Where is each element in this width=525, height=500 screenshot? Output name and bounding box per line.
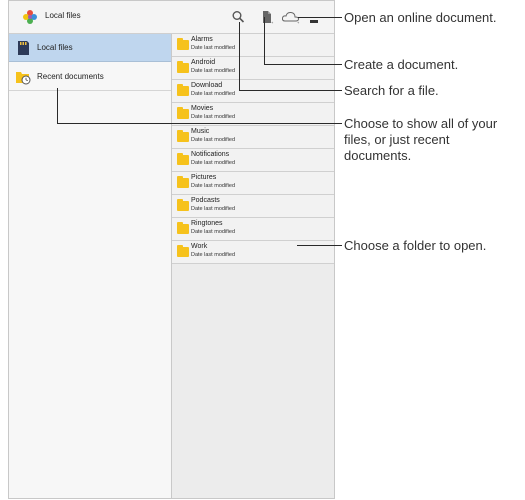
folder-row-download[interactable]: Download Date last modified [172, 80, 334, 103]
folder-name: Alarms [191, 36, 213, 43]
folder-row-music[interactable]: Music Date last modified [172, 126, 334, 149]
sidebar: Local files Recent documents [9, 34, 172, 498]
recent-folder-icon [16, 72, 31, 85]
leader-line-search [239, 22, 240, 90]
folder-icon [177, 61, 189, 73]
action-bar: Local files + + [9, 1, 334, 34]
folder-modified: Date last modified [191, 45, 236, 51]
folder-name: Android [191, 59, 216, 66]
folder-icon [177, 199, 189, 211]
nav-label: Recent documents [37, 72, 104, 81]
leader-line-create [264, 17, 265, 64]
folder-icon [177, 245, 189, 257]
callout-search-file: Search for a file. [344, 83, 439, 98]
folder-modified: Date last modified [191, 252, 236, 258]
leader-line-choose [57, 123, 342, 124]
folder-icon [177, 176, 189, 188]
folder-modified: Date last modified [191, 160, 236, 166]
folder-row-notifications[interactable]: Notifications Date last modified [172, 149, 334, 172]
folder-icon [177, 153, 189, 165]
nav-label: Local files [37, 43, 73, 52]
folder-name: Podcasts [191, 197, 220, 204]
folder-name: Ringtones [191, 220, 223, 227]
folder-name: Pictures [191, 174, 217, 181]
folder-icon [177, 130, 189, 142]
leader-line-create [264, 64, 342, 65]
new-document-icon[interactable]: + [259, 10, 275, 24]
callout-choose-files: Choose to show all of your files, or jus… [344, 116, 498, 163]
folder-row-alarms[interactable]: Alarms Date last modified [172, 34, 334, 57]
leader-line-search [239, 90, 342, 91]
folder-row-pictures[interactable]: Pictures Date last modified [172, 172, 334, 195]
folder-icon [177, 84, 189, 96]
leader-line-online [298, 17, 342, 18]
folder-row-android[interactable]: Android Date last modified [172, 57, 334, 80]
folder-name: Music [191, 128, 210, 135]
folder-icon [177, 222, 189, 234]
nav-recent-documents[interactable]: Recent documents [9, 63, 171, 91]
app-icon [23, 10, 37, 24]
app-title: Local files [45, 11, 81, 20]
folder-name: Work [191, 243, 208, 250]
folder-icon [177, 38, 189, 50]
folder-icon [177, 107, 189, 119]
folder-row-ringtones[interactable]: Ringtones Date last modified [172, 218, 334, 241]
phone-screen: Local files + + Local files Recent docum… [8, 0, 335, 499]
folder-modified: Date last modified [191, 114, 236, 120]
leader-line-choose [57, 88, 58, 123]
svg-text:+: + [271, 20, 274, 24]
folder-modified: Date last modified [191, 68, 236, 74]
svg-text:+: + [297, 20, 300, 24]
folder-modified: Date last modified [191, 183, 236, 189]
folder-name: Download [191, 82, 223, 89]
folder-modified: Date last modified [191, 137, 236, 143]
callout-open-online: Open an online document. [344, 10, 497, 25]
sd-card-icon [18, 41, 29, 55]
folder-list: Alarms Date last modified Android Date l… [172, 34, 334, 264]
folder-row-podcasts[interactable]: Podcasts Date last modified [172, 195, 334, 218]
folder-modified: Date last modified [191, 91, 236, 97]
nav-local-files[interactable]: Local files [9, 34, 171, 62]
folder-modified: Date last modified [191, 206, 236, 212]
folder-name: Notifications [191, 151, 230, 158]
folder-modified: Date last modified [191, 229, 236, 235]
callout-create-document: Create a document. [344, 57, 459, 72]
callout-choose-folder: Choose a folder to open. [344, 238, 487, 253]
folder-name: Movies [191, 105, 214, 112]
leader-line-folder [297, 245, 342, 246]
